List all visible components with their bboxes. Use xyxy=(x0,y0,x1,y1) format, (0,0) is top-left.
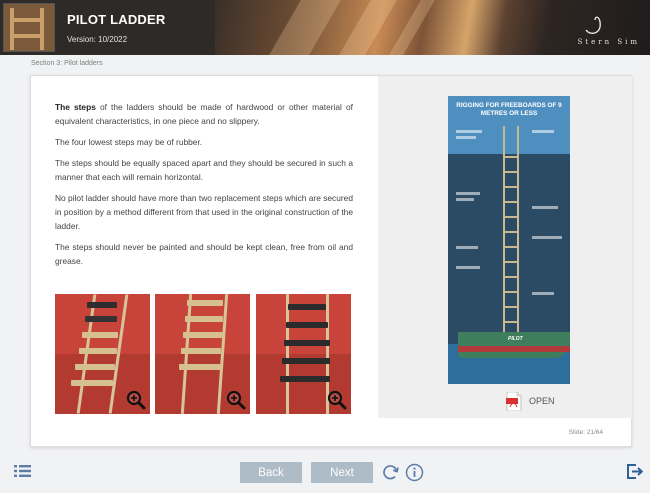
zoom-in-icon[interactable] xyxy=(327,390,347,410)
brand-logo: Stern Sim xyxy=(550,14,640,46)
slide-counter: Slide: 21/64 xyxy=(568,429,603,436)
slide-card: The steps of the ladders should be made … xyxy=(30,75,632,447)
ladder-photo-2[interactable] xyxy=(155,294,250,414)
zoom-in-icon[interactable] xyxy=(226,390,246,410)
paragraph-spacing: The steps should be equally spaced apart… xyxy=(55,157,353,182)
ladder-photo-3[interactable] xyxy=(256,294,351,414)
brand-swirl-icon xyxy=(585,16,601,34)
paragraph-rest: of the ladders should be made of hardwoo… xyxy=(55,102,353,127)
exit-icon[interactable] xyxy=(627,464,643,479)
course-title: PILOT LADDER xyxy=(67,12,166,27)
boat-label: PILOT xyxy=(508,336,523,342)
brand-name: Stern Sim xyxy=(577,38,640,46)
header-thumbnail xyxy=(3,3,55,52)
header-bar: PILOT LADDER Version: 10/2022 Stern Sim xyxy=(0,0,650,55)
poster-title: RIGGING FOR FREEBOARDS OF 9 METRES OR LE… xyxy=(456,102,562,117)
paragraph-replacement-steps: No pilot ladder should have more than tw… xyxy=(55,192,353,231)
open-pdf-label: OPEN xyxy=(529,396,555,406)
rigging-poster[interactable]: RIGGING FOR FREEBOARDS OF 9 METRES OR LE… xyxy=(448,96,570,384)
slide-text: The steps of the ladders should be made … xyxy=(55,100,353,275)
course-version: Version: 10/2022 xyxy=(67,35,128,44)
paragraph-steps-material: The steps of the ladders should be made … xyxy=(55,100,353,128)
back-button[interactable]: Back xyxy=(240,462,302,483)
next-button[interactable]: Next xyxy=(311,462,373,483)
reload-icon[interactable] xyxy=(381,463,400,482)
ladder-photo-1[interactable] xyxy=(55,294,150,414)
breadcrumb: Section 3: Pilot ladders xyxy=(31,60,103,67)
poster-pane: RIGGING FOR FREEBOARDS OF 9 METRES OR LE… xyxy=(378,76,632,418)
info-icon[interactable] xyxy=(405,463,424,482)
open-pdf-link[interactable]: OPEN xyxy=(506,391,555,411)
photo-gallery xyxy=(55,294,351,414)
menu-list-icon[interactable] xyxy=(14,464,31,478)
pdf-icon xyxy=(506,391,522,411)
paragraph-lead: The steps xyxy=(55,102,96,112)
paragraph-rubber-steps: The four lowest steps may be of rubber. xyxy=(55,136,203,147)
zoom-in-icon[interactable] xyxy=(126,390,146,410)
paragraph-cleanliness: The steps should never be painted and sh… xyxy=(55,241,353,266)
